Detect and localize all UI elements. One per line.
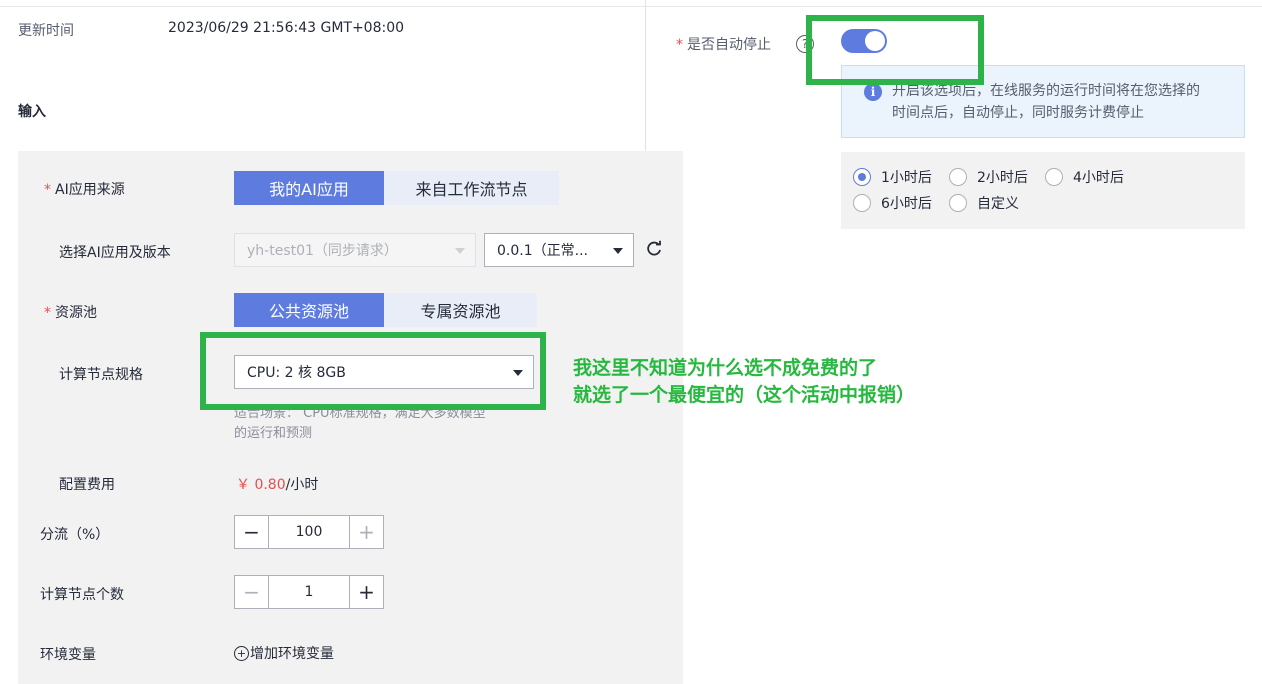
radio-label: 2小时后 (977, 170, 1028, 186)
radio-label: 自定义 (977, 196, 1019, 212)
compute-spec-hint: 适合场景： CPU标准规格，满足大多数模型 的运行和预测 (234, 404, 486, 444)
chevron-down-icon (613, 248, 623, 254)
app-version-label: 选择AI应用及版本 (59, 245, 171, 261)
minus-icon[interactable]: − (235, 516, 268, 548)
minus-icon[interactable]: − (235, 576, 268, 608)
app-select: yh-test01（同步请求） (234, 233, 476, 267)
node-count-input[interactable]: 1 (268, 576, 350, 608)
radio-icon (1045, 168, 1063, 186)
radio-label: 6小时后 (881, 196, 932, 212)
annotation-line-2: 就选了一个最便宜的（这个活动中报销） (573, 384, 916, 406)
traffic-input[interactable]: 100 (268, 516, 350, 548)
auto-stop-label-text: 是否自动停止 (687, 37, 771, 53)
traffic-label: 分流（%） (40, 527, 110, 543)
node-count-label: 计算节点个数 (40, 587, 124, 603)
top-divider (0, 6, 1262, 7)
updated-time-value: 2023/06/29 21:56:43 GMT+08:00 (168, 20, 405, 36)
radio-2h[interactable]: 2小时后 (949, 167, 1028, 187)
required-mark: * (44, 182, 51, 198)
radio-4h[interactable]: 4小时后 (1045, 167, 1124, 187)
traffic-stepper: − 100 + (234, 515, 384, 549)
radio-icon (949, 168, 967, 186)
dedicated-pool-button[interactable]: 专属资源池 (384, 293, 537, 327)
version-select-value: 0.0.1（正常... (497, 243, 588, 259)
updated-time-label: 更新时间 (18, 23, 74, 39)
price: ￥ 0.80 (236, 477, 286, 493)
app-select-value: yh-test01（同步请求） (247, 243, 398, 259)
radio-label: 4小时后 (1073, 170, 1124, 186)
radio-checked-icon (853, 168, 871, 186)
hint-line-2: 的运行和预测 (234, 426, 313, 441)
radio-icon (949, 194, 967, 212)
add-env-label: 增加环境变量 (250, 646, 334, 662)
app-source-label-text: AI应用来源 (55, 182, 125, 198)
plus-icon[interactable]: + (350, 516, 383, 548)
required-mark: * (676, 37, 683, 53)
radio-1h[interactable]: 1小时后 (853, 167, 932, 187)
required-mark: * (44, 305, 51, 321)
annotation-text: 我这里不知道为什么选不成免费的了 就选了一个最便宜的（这个活动中报销） (573, 355, 915, 409)
plus-circle-icon: + (234, 645, 249, 661)
auto-stop-options: 1小时后 2小时后 4小时后 6小时后 自定义 (841, 152, 1245, 229)
radio-custom[interactable]: 自定义 (949, 193, 1019, 213)
resource-pool-label: * 资源池 (44, 302, 97, 322)
annotation-line-1: 我这里不知道为什么选不成免费的了 (573, 357, 878, 379)
compute-spec-label: 计算节点规格 (59, 367, 143, 383)
info-line-2: 时间点后，自动停止，同时服务计费停止 (892, 105, 1144, 121)
info-text: 开启该选项后，在线服务的运行时间将在您选择的 时间点后，自动停止，同时服务计费停… (892, 80, 1200, 124)
env-label: 环境变量 (40, 647, 96, 663)
version-select[interactable]: 0.0.1（正常... (484, 233, 634, 267)
cost-label: 配置费用 (59, 477, 115, 493)
public-pool-button[interactable]: 公共资源池 (234, 293, 384, 327)
refresh-icon[interactable] (645, 240, 665, 260)
price-unit: /小时 (285, 477, 319, 493)
my-ai-app-button[interactable]: 我的AI应用 (234, 171, 384, 205)
input-section-title: 输入 (18, 104, 46, 120)
chevron-down-icon (455, 248, 465, 254)
app-source-label: * AI应用来源 (44, 179, 125, 199)
annotation-box-toggle (806, 15, 984, 85)
auto-stop-label: * 是否自动停止 (676, 34, 771, 54)
radio-icon (853, 194, 871, 212)
radio-6h[interactable]: 6小时后 (853, 193, 932, 213)
radio-label: 1小时后 (881, 170, 932, 186)
add-env-button[interactable]: + 增加环境变量 (234, 643, 334, 663)
annotation-box-spec (200, 332, 546, 410)
cost-value: ￥ 0.80/小时 (236, 474, 318, 494)
plus-icon[interactable]: + (350, 576, 383, 608)
info-icon: i (864, 83, 882, 101)
resource-pool-label-text: 资源池 (55, 305, 97, 321)
node-count-stepper: − 1 + (234, 575, 384, 609)
workflow-node-button[interactable]: 来自工作流节点 (384, 171, 559, 205)
